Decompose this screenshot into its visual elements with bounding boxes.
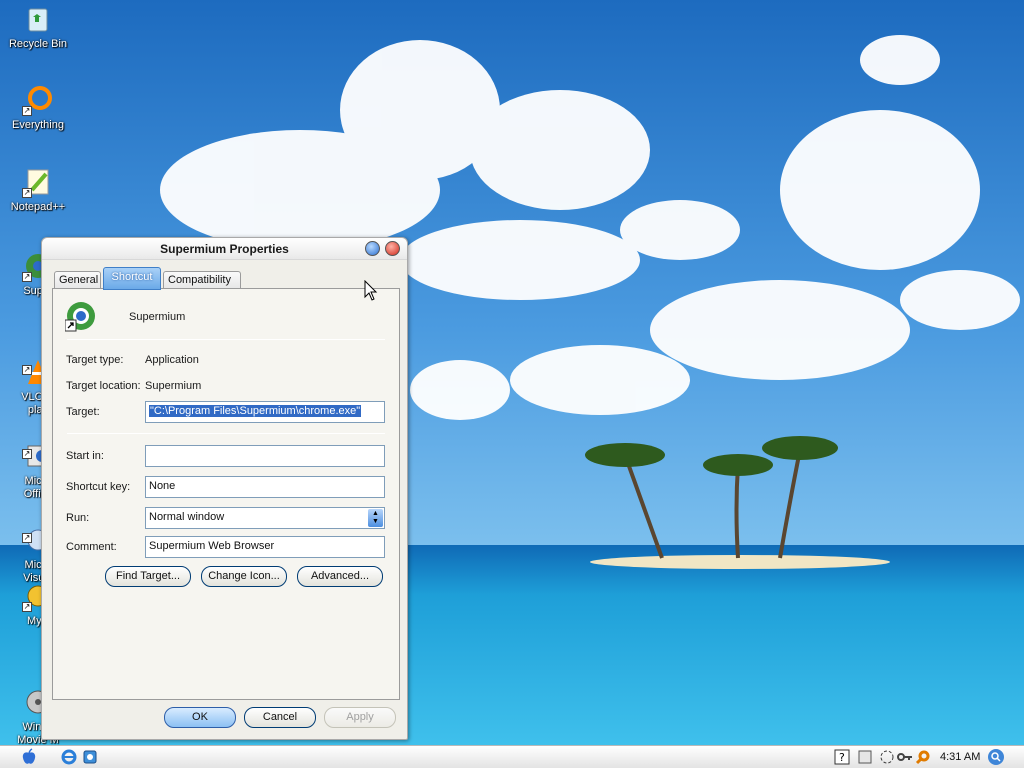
target-field[interactable]: "C:\Program Files\Supermium\chrome.exe" xyxy=(145,401,385,423)
dialog-titlebar[interactable]: Supermium Properties xyxy=(42,238,407,260)
key-icon[interactable] xyxy=(897,749,913,765)
shortcut-arrow-icon: ↗ xyxy=(22,188,32,198)
shortcut-arrow-icon: ↗ xyxy=(22,106,32,116)
tab-compatibility[interactable]: Compatibility xyxy=(163,271,241,289)
start-in-field[interactable] xyxy=(145,445,385,467)
recycle-bin-label: Recycle Bin xyxy=(8,38,68,50)
notepadpp-desktop-icon[interactable]: ↗ Notepad++ xyxy=(0,166,76,214)
recycle-bin-icon xyxy=(22,3,54,35)
apply-button[interactable]: Apply xyxy=(324,707,396,728)
svg-text:?: ? xyxy=(839,751,845,764)
internet-explorer-icon[interactable] xyxy=(61,749,77,765)
dialog-title: Supermium Properties xyxy=(160,242,289,256)
shortcut-key-field[interactable]: None xyxy=(145,476,385,498)
mouse-cursor-icon xyxy=(364,280,378,301)
spotlight-search-icon[interactable] xyxy=(987,748,1005,766)
dropdown-arrow-icon[interactable]: ▲ ▼ xyxy=(368,509,383,527)
run-select[interactable]: Normal window ▲ ▼ xyxy=(145,507,385,529)
everything-desktop-icon[interactable]: ↗ Everything xyxy=(0,84,76,132)
notepadpp-icon: ↗ xyxy=(22,166,54,198)
app-name: Supermium xyxy=(129,311,186,323)
supermium-app-icon xyxy=(64,300,97,332)
separator xyxy=(67,433,385,434)
taskbar: ? 4:31 AM xyxy=(0,745,1024,768)
target-label: Target: xyxy=(66,406,100,418)
properties-dialog: Supermium Properties General Shortcut Co… xyxy=(41,237,408,740)
shortcut-arrow-icon: ↗ xyxy=(22,533,32,543)
target-type-label: Target type: xyxy=(66,354,124,366)
shortcut-arrow-icon: ↗ xyxy=(22,365,32,375)
tab-general[interactable]: General xyxy=(54,271,101,289)
start-apple-icon[interactable] xyxy=(20,748,38,766)
find-target-button[interactable]: Find Target... xyxy=(105,566,191,587)
shortcut-arrow-icon: ↗ xyxy=(22,602,32,612)
cancel-button[interactable]: Cancel xyxy=(244,707,316,728)
everything-label: Everything xyxy=(12,119,64,131)
tray-program-icon[interactable] xyxy=(857,749,873,765)
run-label: Run: xyxy=(66,512,90,524)
shortcut-arrow-icon: ↗ xyxy=(22,449,32,459)
separator xyxy=(67,339,385,340)
notepadpp-label: Notepad++ xyxy=(10,201,66,213)
shortcut-tab-panel: Supermium Target type: Application Targe… xyxy=(52,288,400,700)
change-icon-button[interactable]: Change Icon... xyxy=(201,566,287,587)
close-button[interactable] xyxy=(385,241,400,256)
quicklaunch-app-icon[interactable] xyxy=(82,749,98,765)
recycle-bin-desktop-icon[interactable]: Recycle Bin xyxy=(0,3,76,51)
search-tray-icon[interactable] xyxy=(915,749,931,765)
everything-app-icon: ↗ xyxy=(22,84,54,116)
shortcut-key-label: Shortcut key: xyxy=(66,481,131,493)
target-location-label: Target location: xyxy=(66,380,141,392)
ok-button[interactable]: OK xyxy=(164,707,236,728)
minimize-button[interactable] xyxy=(365,241,380,256)
comment-label: Comment: xyxy=(66,541,117,553)
sync-icon[interactable] xyxy=(879,749,895,765)
tab-shortcut[interactable]: Shortcut xyxy=(103,267,161,290)
shortcut-arrow-icon: ↗ xyxy=(22,272,32,282)
taskbar-clock[interactable]: 4:31 AM xyxy=(940,751,980,763)
advanced-button[interactable]: Advanced... xyxy=(297,566,383,587)
help-icon[interactable]: ? xyxy=(834,749,850,765)
target-type-value: Application xyxy=(145,354,199,366)
run-select-value: Normal window xyxy=(149,511,225,523)
comment-field[interactable]: Supermium Web Browser xyxy=(145,536,385,558)
start-in-label: Start in: xyxy=(66,450,104,462)
target-location-value: Supermium xyxy=(145,380,202,392)
target-field-value: "C:\Program Files\Supermium\chrome.exe" xyxy=(149,405,362,417)
